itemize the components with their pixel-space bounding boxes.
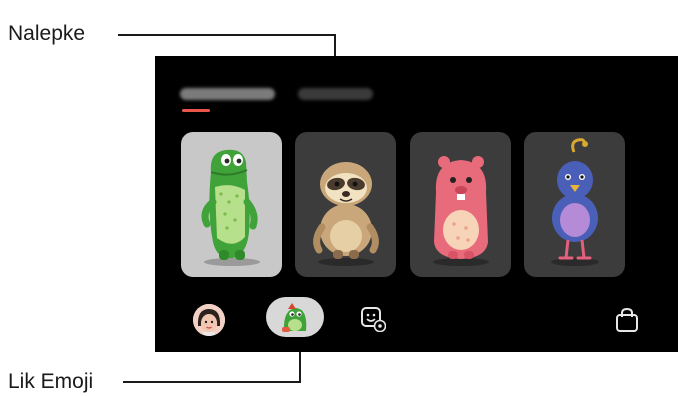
emoji-character-icon[interactable] <box>266 297 324 337</box>
sloth-icon <box>313 162 379 266</box>
emoji-character-callout-label: Lik Emoji <box>8 370 94 393</box>
character-card-blue-bird[interactable] <box>524 132 625 277</box>
pink-beaver-icon <box>433 156 489 266</box>
character-card-pink-beaver[interactable] <box>410 132 511 277</box>
blue-bird-icon <box>551 138 599 266</box>
tab-my-emoji[interactable] <box>180 88 275 100</box>
character-card-sloth[interactable] <box>295 132 396 277</box>
avatar-face-icon <box>193 304 225 336</box>
dinosaur-icon <box>201 149 260 266</box>
stickers-callout-label: Nalepke <box>8 22 86 45</box>
sticker-settings-icon[interactable] <box>360 306 387 333</box>
active-tab-indicator <box>182 109 210 112</box>
character-card-dinosaur[interactable] <box>181 132 282 277</box>
tab-stickers[interactable] <box>298 88 373 100</box>
stickers-callout-line-horizontal <box>118 34 336 36</box>
avatar-icon[interactable] <box>193 304 225 336</box>
emoji-character-callout-line-horizontal <box>123 381 301 383</box>
shop-bag-icon[interactable] <box>613 306 641 334</box>
ar-emoji-screen <box>155 56 678 352</box>
dinosaur-thumbnail-icon <box>282 303 307 332</box>
